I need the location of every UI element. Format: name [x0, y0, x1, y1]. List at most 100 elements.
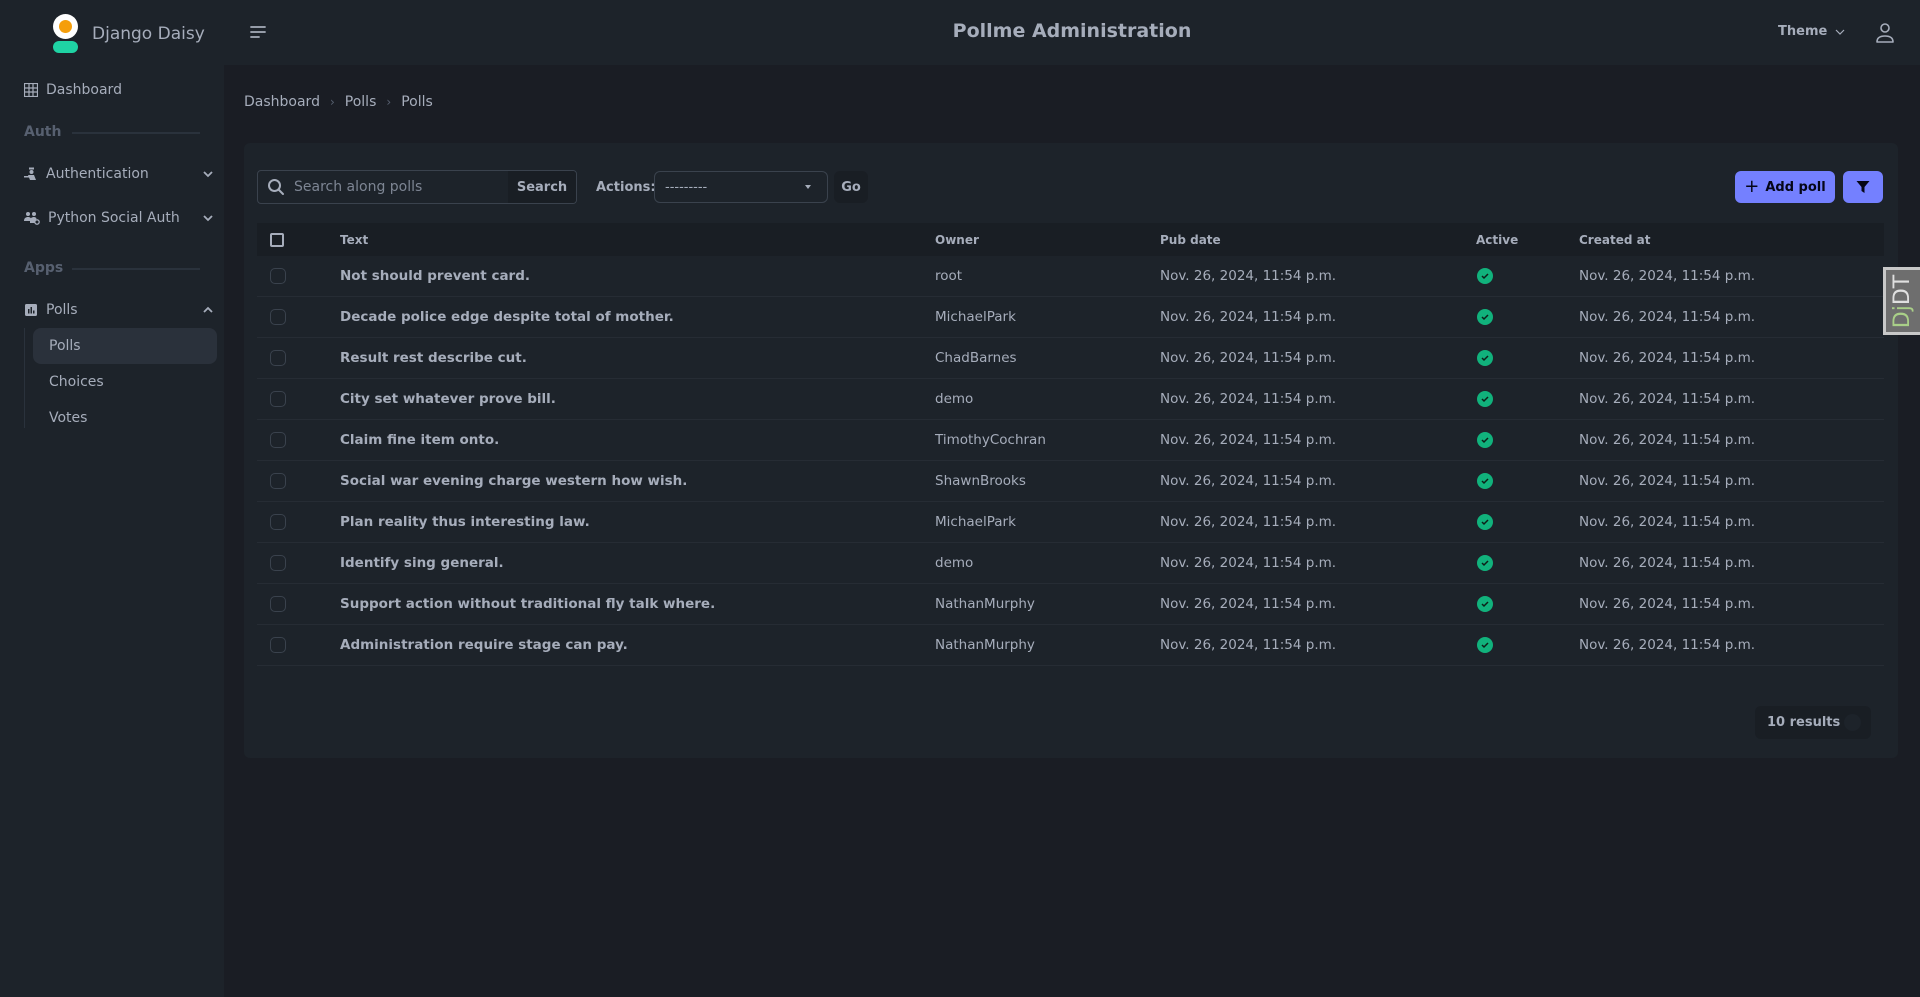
section-title-auth: Auth — [24, 124, 200, 140]
row-checkbox[interactable] — [270, 596, 286, 612]
filter-button[interactable] — [1843, 171, 1883, 203]
row-checkbox[interactable] — [270, 432, 286, 448]
table-row: Result rest describe cut. ChadBarnes Nov. … — [257, 338, 1884, 379]
breadcrumb-polls-app[interactable]: Polls — [345, 94, 377, 110]
search-button[interactable]: Search — [508, 171, 576, 203]
brand[interactable]: Django Daisy — [50, 14, 205, 54]
column-header-text[interactable]: Text — [340, 233, 935, 247]
sidebar-item-label: Dashboard — [46, 82, 122, 98]
table-row: Not should prevent card. root Nov. 26, 202… — [257, 256, 1884, 297]
poll-text-link[interactable]: Social war evening charge western how wi… — [340, 473, 935, 489]
poll-text-link[interactable]: Decade police edge despite total of moth… — [340, 309, 935, 325]
section-title-apps: Apps — [24, 260, 200, 276]
poll-text-link[interactable]: Administration require stage can pay. — [340, 637, 935, 653]
poll-text-link[interactable]: City set whatever prove bill. — [340, 391, 935, 407]
select-all-checkbox[interactable] — [270, 232, 284, 247]
divider — [72, 132, 200, 134]
sidebar-subitem-polls[interactable]: Polls — [33, 328, 217, 364]
active-cell — [1476, 432, 1579, 448]
check-circle-icon — [1477, 350, 1493, 366]
sidebar-subitem-choices[interactable]: Choices — [33, 364, 217, 400]
check-circle-icon — [1477, 473, 1493, 489]
actions-select[interactable]: --------- — [654, 171, 828, 203]
search-input[interactable] — [294, 179, 508, 195]
row-checkbox[interactable] — [270, 350, 286, 366]
row-select-cell — [257, 309, 340, 325]
chevron-right-icon: › — [329, 95, 335, 109]
check-circle-icon — [1477, 596, 1493, 612]
pub-date-cell: Nov. 26, 2024, 11:54 p.m. — [1160, 514, 1337, 530]
go-button[interactable]: Go — [834, 171, 868, 203]
sidebar-item-polls[interactable]: Polls — [24, 302, 213, 318]
search-icon — [258, 178, 294, 196]
logo-icon — [50, 14, 80, 54]
row-checkbox[interactable] — [270, 637, 286, 653]
add-poll-label: Add poll — [1765, 179, 1826, 195]
search-form: Search — [257, 170, 577, 204]
poll-text-link[interactable]: Result rest describe cut. — [340, 350, 935, 366]
table-header: Text Owner Pub date Active Created at — [257, 223, 1884, 256]
active-cell — [1476, 514, 1579, 530]
user-icon[interactable] — [1874, 22, 1896, 44]
row-select-cell — [257, 514, 340, 530]
table-row: Identify sing general. demo Nov. 26, 2024,… — [257, 543, 1884, 584]
sidebar-item-authentication[interactable]: Authentication — [24, 166, 213, 182]
column-header-created-at[interactable]: Created at — [1579, 233, 1884, 247]
caret-down-icon — [805, 185, 811, 189]
poll-text-link[interactable]: Support action without traditional fly t… — [340, 596, 935, 612]
row-select-cell — [257, 637, 340, 653]
owner-cell: MichaelPark — [935, 309, 1016, 325]
djdt-label: DjDT — [1891, 274, 1916, 327]
row-select-cell — [257, 350, 340, 366]
sidebar-subitem-votes[interactable]: Votes — [33, 400, 217, 436]
row-checkbox[interactable] — [270, 268, 286, 284]
check-circle-icon — [1477, 637, 1493, 653]
owner-cell: TimothyCochran — [935, 432, 1046, 448]
theme-dropdown[interactable]: Theme — [1778, 24, 1845, 39]
check-circle-icon — [1477, 514, 1493, 530]
chevron-down-icon[interactable] — [202, 212, 214, 224]
poll-text-link[interactable]: Claim fine item onto. — [340, 432, 935, 448]
debug-toolbar-handle[interactable]: DjDT — [1883, 267, 1920, 335]
table-row: Social war evening charge western how wi… — [257, 461, 1884, 502]
column-header-owner[interactable]: Owner — [935, 233, 1160, 247]
add-poll-button[interactable]: + Add poll — [1735, 171, 1835, 203]
sidebar-item-label: Authentication — [46, 166, 149, 182]
chevron-up-icon[interactable] — [202, 304, 214, 316]
check-circle-icon — [1477, 309, 1493, 325]
row-select-cell — [257, 555, 340, 571]
breadcrumb-dashboard[interactable]: Dashboard — [244, 94, 320, 110]
chevron-right-icon: › — [386, 95, 392, 109]
row-checkbox[interactable] — [270, 473, 286, 489]
owner-cell: root — [935, 268, 963, 284]
changelist-card: Search Actions: --------- Go + Add poll … — [244, 143, 1898, 758]
pub-date-cell: Nov. 26, 2024, 11:54 p.m. — [1160, 391, 1337, 407]
breadcrumb-polls-current: Polls — [401, 94, 433, 110]
row-checkbox[interactable] — [270, 555, 286, 571]
select-all-cell — [257, 232, 340, 247]
row-checkbox[interactable] — [270, 514, 286, 530]
poll-text-link[interactable]: Not should prevent card. — [340, 268, 935, 284]
chevron-down-icon[interactable] — [202, 168, 214, 180]
polls-submenu: Polls Choices Votes — [24, 328, 217, 428]
sidebar-item-python-social-auth[interactable]: Python Social Auth — [24, 210, 213, 226]
column-header-active[interactable]: Active — [1476, 233, 1579, 247]
poll-text-link[interactable]: Plan reality thus interesting law. — [340, 514, 935, 530]
owner-cell: ChadBarnes — [935, 350, 1017, 366]
row-checkbox[interactable] — [270, 391, 286, 407]
row-checkbox[interactable] — [270, 309, 286, 325]
column-header-pub-date[interactable]: Pub date — [1160, 233, 1476, 247]
sidebar-subitem-label: Polls — [49, 338, 81, 354]
table-row: Support action without traditional fly t… — [257, 584, 1884, 625]
results-label: 10 results — [1767, 715, 1841, 730]
actions-selected-value: --------- — [665, 179, 708, 195]
sidebar-item-dashboard[interactable]: Dashboard — [24, 82, 122, 98]
active-cell — [1476, 555, 1579, 571]
table-row: Decade police edge despite total of moth… — [257, 297, 1884, 338]
section-label: Apps — [24, 260, 64, 276]
results-indicator — [1844, 714, 1861, 731]
poll-text-link[interactable]: Identify sing general. — [340, 555, 935, 571]
active-cell — [1476, 350, 1579, 366]
divider — [72, 268, 200, 270]
created-at-cell: Nov. 26, 2024, 11:54 p.m. — [1579, 350, 1756, 366]
